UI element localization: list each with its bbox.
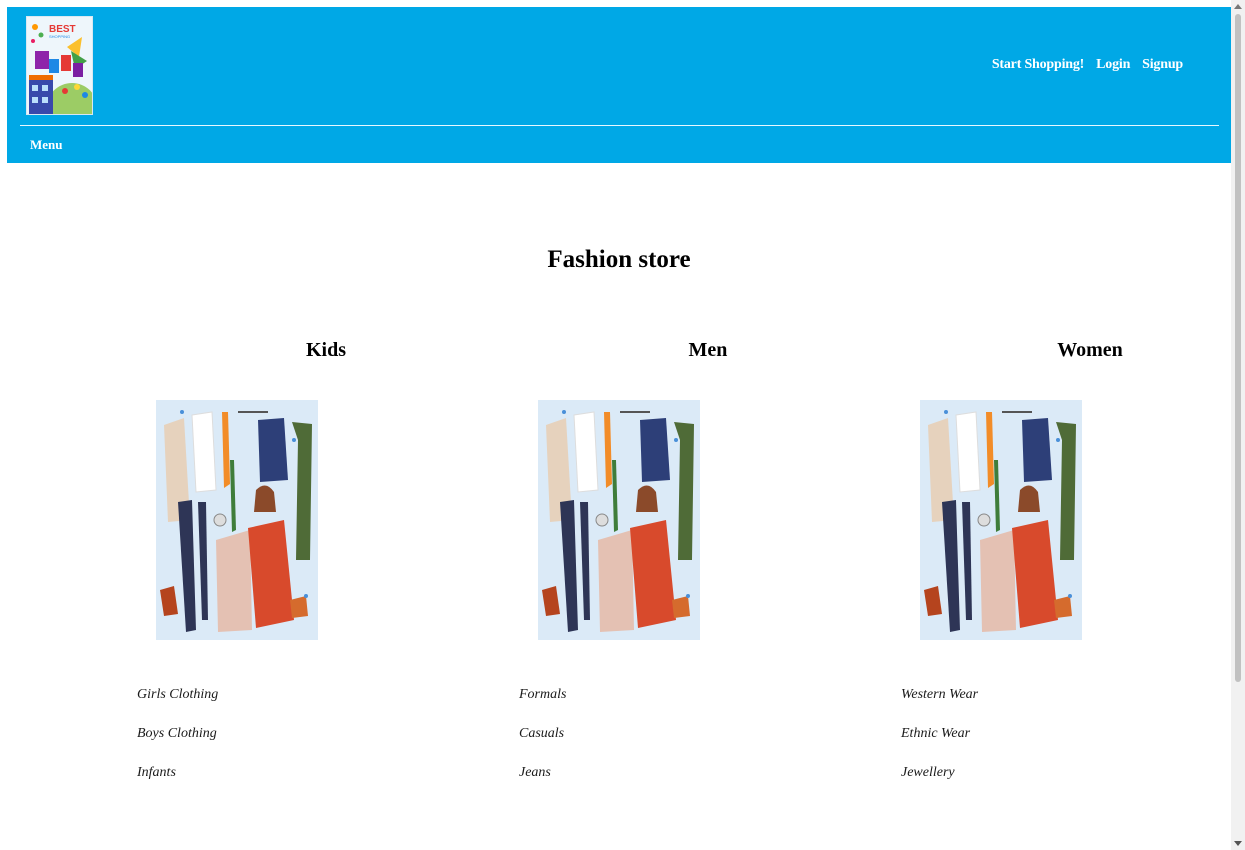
category-image-clothes[interactable] <box>156 400 318 640</box>
link-infants[interactable]: Infants <box>137 765 218 804</box>
scroll-up-arrow-icon[interactable] <box>1234 4 1242 9</box>
category-heading: Men <box>688 339 728 361</box>
site-header: BEST SHOPPING Start Shopping! Login Sign… <box>7 7 1231 163</box>
category-links: Girls Clothing Boys Clothing Infants <box>137 687 218 804</box>
link-girls-clothing[interactable]: Girls Clothing <box>137 687 218 726</box>
login-link[interactable]: Login <box>1096 57 1130 73</box>
store-logo[interactable]: BEST SHOPPING <box>26 16 93 115</box>
clothing-collage-icon <box>156 400 318 640</box>
header-divider <box>20 125 1219 126</box>
link-ethnic-wear[interactable]: Ethnic Wear <box>901 726 978 765</box>
page-title: Fashion store <box>547 246 691 273</box>
category-image-clothes[interactable] <box>538 400 700 640</box>
category-links: Western Wear Ethnic Wear Jewellery <box>901 687 978 804</box>
scroll-down-arrow-icon[interactable] <box>1234 841 1242 846</box>
top-navigation: Start Shopping! Login Signup <box>992 57 1183 73</box>
scrollbar-thumb[interactable] <box>1235 14 1241 682</box>
link-boys-clothing[interactable]: Boys Clothing <box>137 726 218 765</box>
menu-button[interactable]: Menu <box>30 137 63 153</box>
link-jewellery[interactable]: Jewellery <box>901 765 978 804</box>
clothing-collage-icon <box>920 400 1082 640</box>
signup-link[interactable]: Signup <box>1142 57 1183 73</box>
link-formals[interactable]: Formals <box>519 687 566 726</box>
category-image-clothes[interactable] <box>920 400 1082 640</box>
shopping-logo-icon: BEST SHOPPING <box>27 17 92 114</box>
svg-text:SHOPPING: SHOPPING <box>49 34 70 39</box>
category-links: Formals Casuals Jeans <box>519 687 566 804</box>
vertical-scrollbar[interactable] <box>1231 0 1245 850</box>
link-jeans[interactable]: Jeans <box>519 765 566 804</box>
start-shopping-link[interactable]: Start Shopping! <box>992 57 1085 73</box>
category-heading: Kids <box>305 339 347 361</box>
clothing-collage-icon <box>538 400 700 640</box>
category-heading: Women <box>1057 339 1123 361</box>
link-casuals[interactable]: Casuals <box>519 726 566 765</box>
link-western-wear[interactable]: Western Wear <box>901 687 978 726</box>
